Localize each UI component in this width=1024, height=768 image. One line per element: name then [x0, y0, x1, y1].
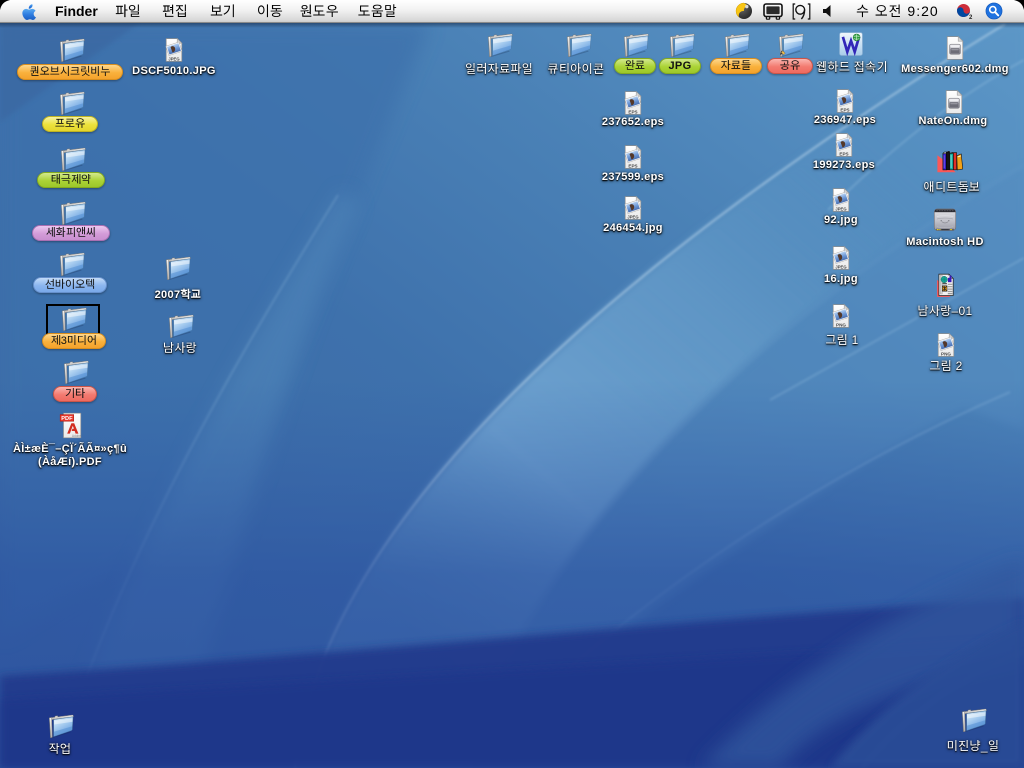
svg-text:2: 2: [969, 15, 973, 20]
